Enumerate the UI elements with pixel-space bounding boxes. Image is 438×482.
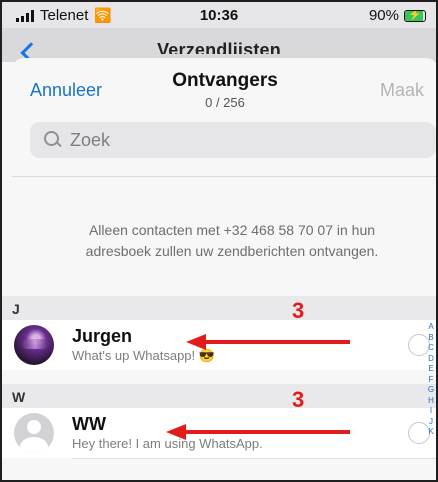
index-letter[interactable]: E — [426, 364, 436, 375]
index-letter[interactable]: I — [426, 406, 436, 417]
annotation-number: 3 — [292, 387, 305, 412]
index-letter[interactable]: B — [426, 333, 436, 344]
background-page-title: Verzendlijsten — [157, 40, 281, 54]
section-header-w: W — [2, 384, 436, 408]
divider — [12, 176, 436, 177]
index-letter[interactable]: F — [426, 375, 436, 386]
avatar — [14, 325, 54, 365]
alphabet-index[interactable]: ABCDEFGHIJK — [426, 322, 436, 438]
info-line-2: adresboek zullen uw zendberichten ontvan… — [85, 243, 379, 259]
selection-count: 0 / 256 — [205, 95, 245, 110]
index-letter[interactable]: H — [426, 396, 436, 407]
default-avatar-icon — [14, 413, 54, 453]
info-line-1: Alleen contacten met +32 468 58 70 07 in… — [88, 222, 376, 238]
info-text: Alleen contacten met +32 468 58 70 07 in… — [32, 220, 432, 262]
search-bar[interactable] — [30, 122, 436, 158]
annotation-arrow-icon — [166, 424, 350, 440]
row-separator — [72, 458, 436, 459]
annotation-arrow-icon — [186, 334, 350, 350]
contact-name: Jurgen — [72, 326, 133, 346]
index-letter[interactable]: D — [426, 354, 436, 365]
index-letter[interactable]: J — [426, 417, 436, 428]
create-button[interactable]: Maak — [380, 80, 424, 101]
search-input[interactable] — [68, 128, 412, 152]
battery-icon: ⚡ — [404, 9, 426, 22]
index-letter[interactable]: A — [426, 322, 436, 333]
battery-group: 90% ⚡ — [369, 7, 426, 24]
battery-percent: 90% — [368, 7, 399, 24]
sheet-title: Ontvangers — [172, 70, 278, 91]
status-bar: Telenet 🛜 10:36 90% ⚡ — [2, 2, 436, 28]
index-letter[interactable]: G — [426, 385, 436, 396]
screenshot-frame: Telenet 🛜 10:36 90% ⚡ Verzendlijsten Ann… — [0, 0, 438, 482]
section-header-j: J — [2, 296, 436, 320]
index-letter[interactable]: C — [426, 343, 436, 354]
search-icon — [42, 129, 64, 151]
index-letter[interactable]: K — [426, 427, 436, 438]
annotation-number: 3 — [292, 298, 305, 323]
contact-name: WW — [72, 414, 106, 434]
charging-bolt-icon: ⚡ — [408, 9, 422, 21]
